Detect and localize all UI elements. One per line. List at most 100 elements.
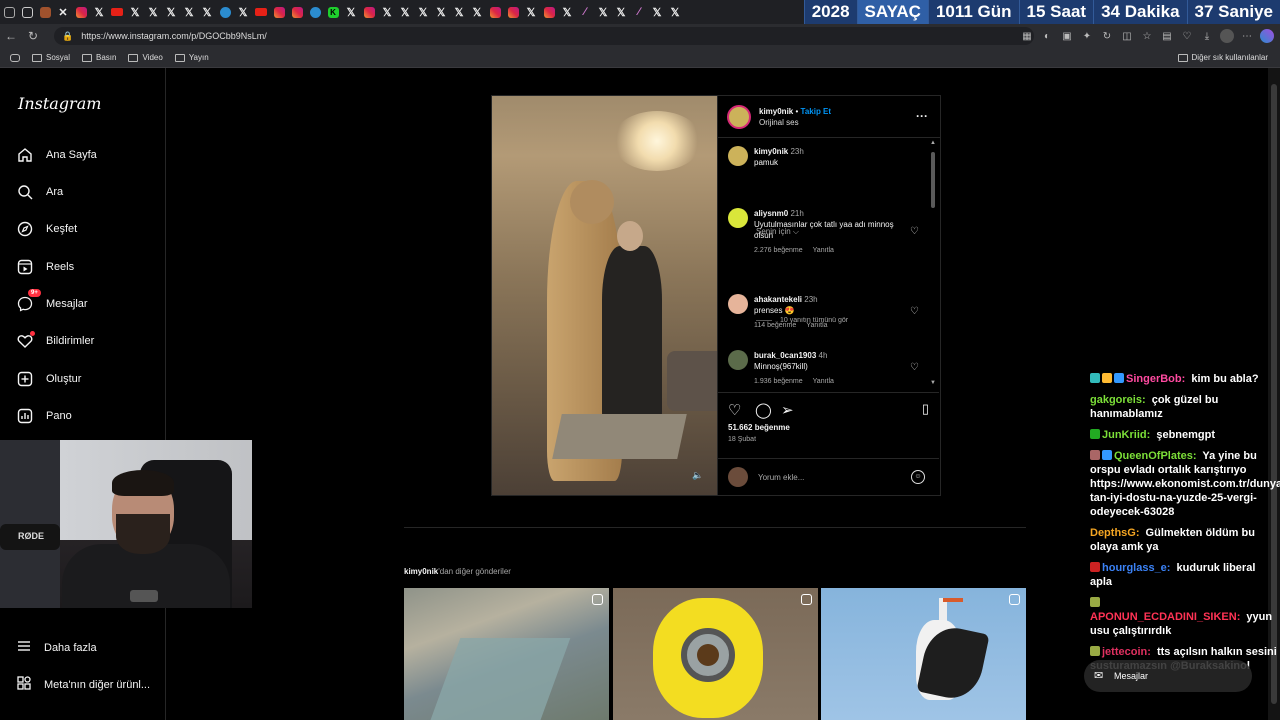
edge-tab-icon[interactable]: [306, 0, 324, 24]
edge-tab-icon[interactable]: [216, 0, 234, 24]
kick-tab-icon[interactable]: K: [324, 0, 342, 24]
x-tab-icon[interactable]: 𝕏: [612, 0, 630, 24]
bookmark-folder[interactable]: Sosyal: [32, 53, 70, 62]
extension-icon[interactable]: ✦: [1080, 29, 1094, 43]
x-tab-icon[interactable]: 𝕏: [90, 0, 108, 24]
close-tab-icon[interactable]: ✕: [54, 0, 72, 24]
emoji-icon[interactable]: ☺: [911, 470, 925, 484]
comments-scrollbar[interactable]: ▲ ▼: [930, 140, 936, 388]
bookmark-icon[interactable]: ▯: [922, 401, 929, 417]
like-comment-icon[interactable]: ♡: [910, 362, 919, 373]
sidebar-item-notifications[interactable]: Bildirimler: [16, 331, 94, 350]
x-tab-icon[interactable]: 𝕏: [666, 0, 684, 24]
sidebar-item-home[interactable]: Ana Sayfa: [16, 146, 97, 164]
workspaces-icon[interactable]: [0, 0, 18, 24]
x-tab-icon[interactable]: 𝕏: [522, 0, 540, 24]
comment-icon[interactable]: ◯: [755, 401, 772, 419]
youtube-tab-icon[interactable]: [108, 0, 126, 24]
sidebar-item-explore[interactable]: Keşfet: [16, 220, 77, 238]
sidebar-item-search[interactable]: Ara: [16, 183, 63, 201]
commenter-avatar[interactable]: [728, 294, 748, 314]
instagram-tab-icon[interactable]: [360, 0, 378, 24]
bookmark-folder[interactable]: Yayın: [174, 53, 209, 62]
downloads-icon[interactable]: ⤓: [1200, 29, 1214, 43]
x-tab-icon[interactable]: 𝕏: [126, 0, 144, 24]
follow-button[interactable]: Takip Et: [801, 107, 832, 116]
likes-count[interactable]: 51.662 beğenme: [728, 423, 790, 432]
instagram-tab-icon[interactable]: [288, 0, 306, 24]
favorites-icon[interactable]: ☆: [1140, 29, 1154, 43]
x-tab-icon[interactable]: 𝕏: [558, 0, 576, 24]
copilot-icon[interactable]: [1260, 29, 1274, 43]
x-tab-icon[interactable]: 𝕏: [594, 0, 612, 24]
slash-tab-icon[interactable]: ∕: [630, 0, 648, 24]
sidebar-item-dashboard[interactable]: Pano: [16, 407, 72, 425]
volume-icon[interactable]: 🔈: [692, 470, 703, 481]
other-bookmarks[interactable]: Diğer sık kullanılanlar: [1177, 53, 1268, 62]
refresh-icon[interactable]: ↻: [1100, 29, 1114, 43]
sidebar-item-meta[interactable]: Meta'nın diğer ürünl...: [16, 675, 150, 694]
countdown-days: 1011 Gün: [927, 0, 1019, 24]
like-comment-icon[interactable]: ♡: [910, 226, 919, 237]
x-tab-icon[interactable]: 𝕏: [414, 0, 432, 24]
url-bar[interactable]: 🔒 https://www.instagram.com/p/DGOCbb9NsL…: [54, 27, 1034, 45]
commenter-avatar[interactable]: [728, 350, 748, 370]
more-options-icon[interactable]: ···: [916, 109, 928, 123]
x-tab-icon[interactable]: 𝕏: [198, 0, 216, 24]
bookmark-folder[interactable]: Basın: [82, 53, 116, 62]
scroll-down-icon[interactable]: ▼: [930, 380, 936, 386]
slash-tab-icon[interactable]: ∕: [576, 0, 594, 24]
author-avatar[interactable]: [727, 104, 751, 129]
performance-icon[interactable]: ♡: [1180, 29, 1194, 43]
add-comment-input[interactable]: Yorum ekle...: [758, 473, 804, 482]
tab-actions-icon[interactable]: [18, 0, 36, 24]
sidebar-item-reels[interactable]: Reels: [16, 258, 74, 276]
sidebar-item-create[interactable]: Oluştur: [16, 370, 81, 388]
instagram-tab-icon[interactable]: [504, 0, 522, 24]
x-tab-icon[interactable]: 𝕏: [450, 0, 468, 24]
sidebar-item-more[interactable]: Daha fazla: [16, 638, 97, 657]
x-tab-icon[interactable]: 𝕏: [180, 0, 198, 24]
like-comment-icon[interactable]: ♡: [910, 306, 919, 317]
x-tab-icon[interactable]: 𝕏: [378, 0, 396, 24]
x-tab-icon[interactable]: 𝕏: [234, 0, 252, 24]
extension-icon[interactable]: ▦: [1020, 29, 1034, 43]
x-tab-icon[interactable]: 𝕏: [162, 0, 180, 24]
messages-floating-button[interactable]: ✉ Mesajlar: [1084, 660, 1252, 692]
instagram-tab-icon[interactable]: [72, 0, 90, 24]
instagram-tab-icon[interactable]: [486, 0, 504, 24]
post-thumbnail[interactable]: [613, 588, 818, 720]
instagram-tab-icon[interactable]: [540, 0, 558, 24]
x-tab-icon[interactable]: 𝕏: [432, 0, 450, 24]
instagram-tab-icon[interactable]: [270, 0, 288, 24]
author-avatar[interactable]: [728, 146, 748, 166]
menu-icon[interactable]: ⋯: [1240, 29, 1254, 43]
share-icon[interactable]: ➢: [781, 401, 794, 419]
collections-icon[interactable]: ▤: [1160, 29, 1174, 43]
post-video[interactable]: 🔈: [492, 96, 717, 495]
instagram-logo[interactable]: Instagram: [18, 94, 101, 113]
x-tab-icon[interactable]: 𝕏: [468, 0, 486, 24]
extension-icon[interactable]: ▣: [1060, 29, 1074, 43]
x-tab-icon[interactable]: 𝕏: [342, 0, 360, 24]
extension-icon[interactable]: ◐: [1040, 29, 1054, 43]
profile-avatar[interactable]: [1220, 29, 1234, 43]
sidebar-item-messages[interactable]: 9+ Mesajlar: [16, 289, 88, 313]
x-tab-icon[interactable]: 𝕏: [144, 0, 162, 24]
refresh-icon[interactable]: ↻: [22, 24, 44, 48]
back-icon[interactable]: ←: [0, 24, 22, 48]
post-thumbnail[interactable]: [821, 588, 1026, 720]
like-icon[interactable]: ♡: [728, 401, 741, 419]
scroll-up-icon[interactable]: ▲: [930, 140, 936, 146]
split-icon[interactable]: ◫: [1120, 29, 1134, 43]
tab-favicon-1[interactable]: [36, 0, 54, 24]
x-tab-icon[interactable]: 𝕏: [396, 0, 414, 24]
youtube-tab-icon[interactable]: [252, 0, 270, 24]
commenter-avatar[interactable]: [728, 208, 748, 228]
author-username[interactable]: kimy0nik: [759, 107, 793, 116]
x-tab-icon[interactable]: 𝕏: [648, 0, 666, 24]
bookmark-folder[interactable]: Video: [128, 53, 163, 62]
bookmark-app-icon[interactable]: [10, 53, 20, 62]
post-thumbnail[interactable]: [404, 588, 609, 720]
audio-label[interactable]: Orijinal ses: [759, 117, 831, 128]
